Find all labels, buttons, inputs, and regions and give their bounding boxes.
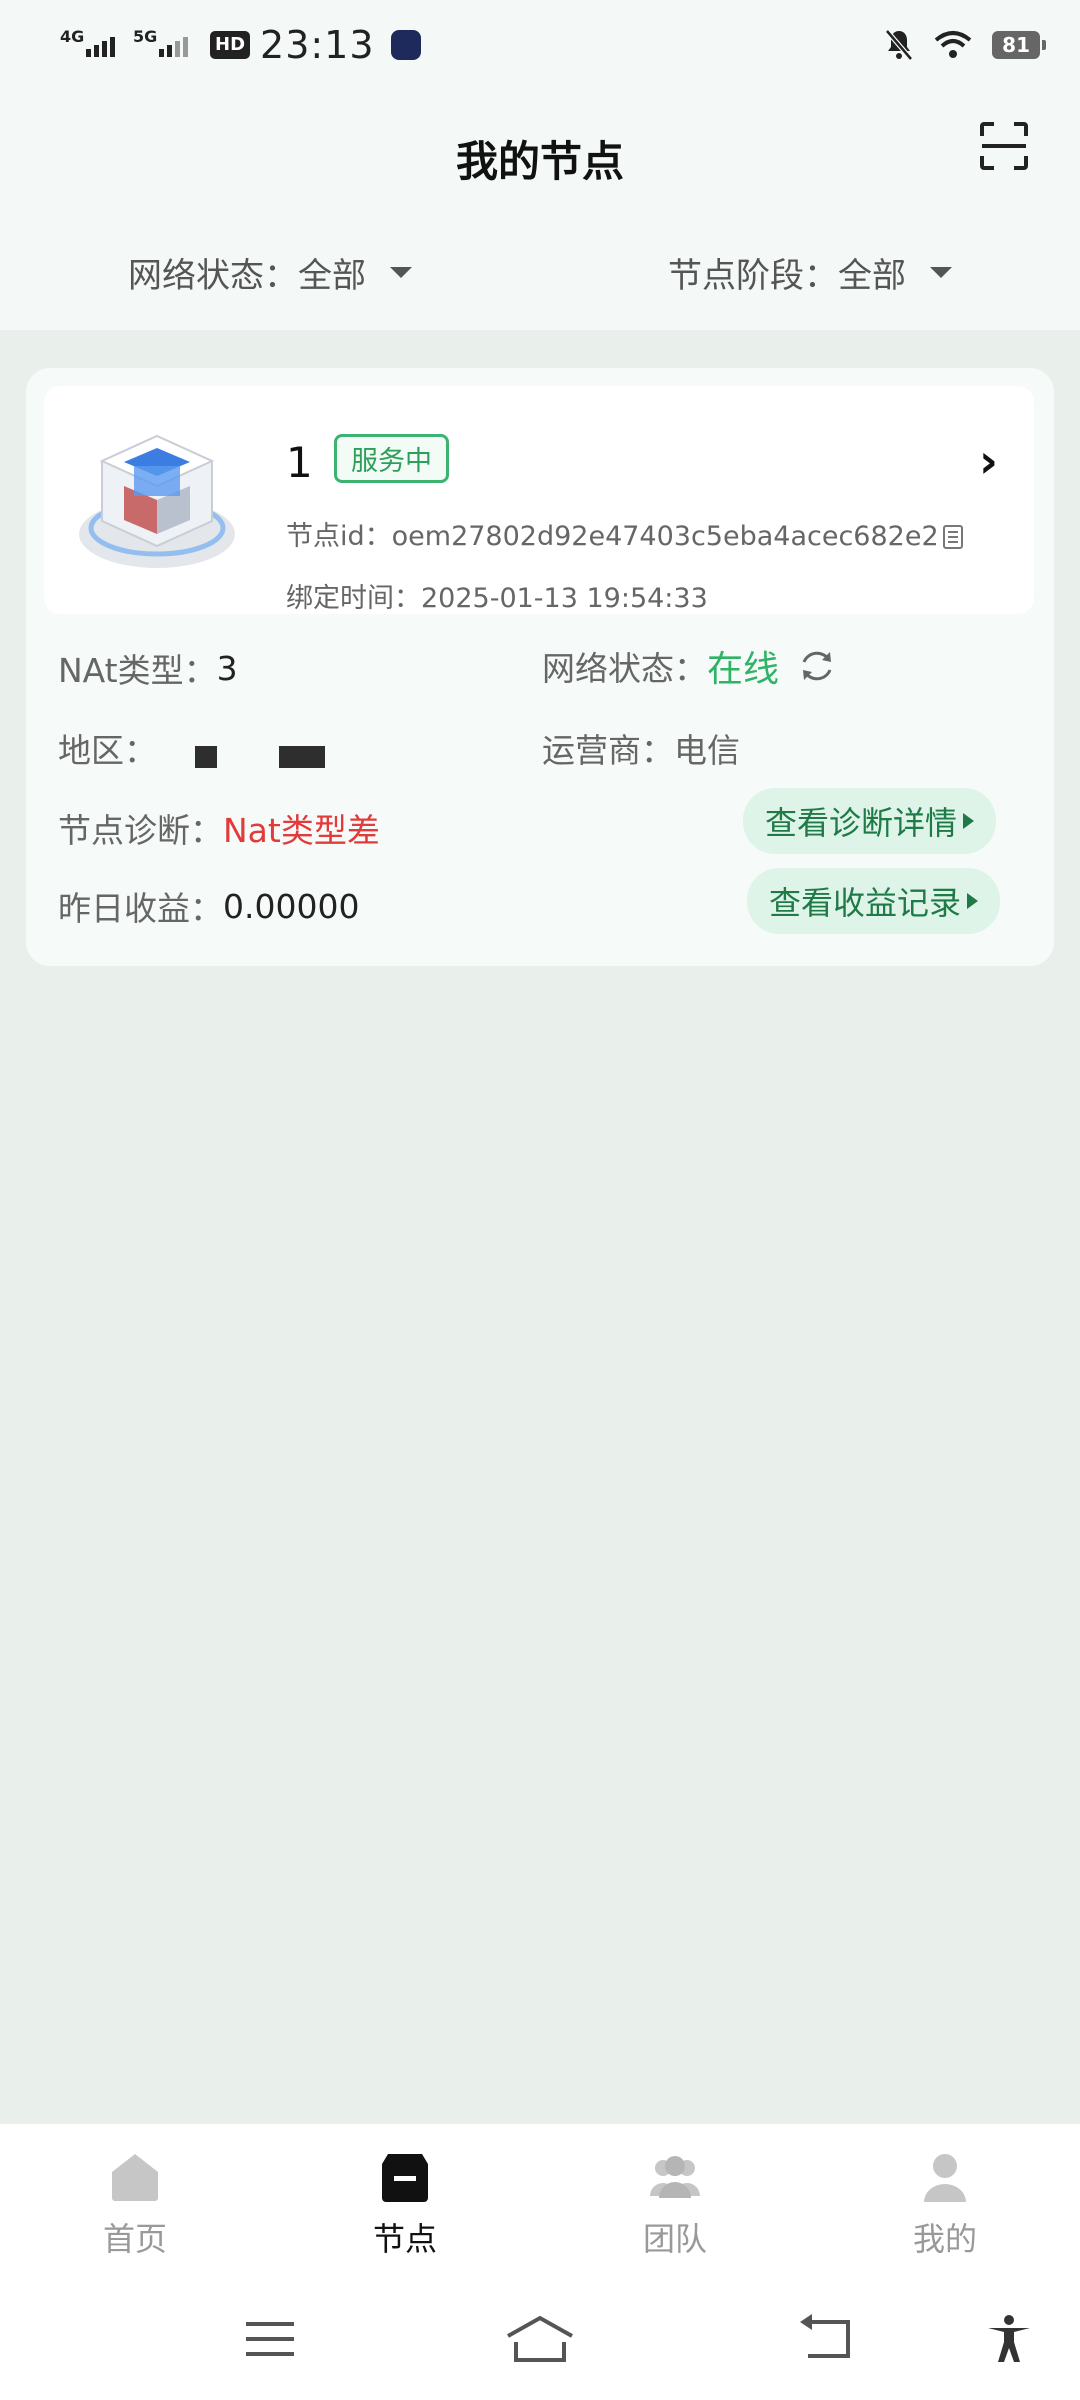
network-status-filter[interactable]: 网络状态：全部 — [0, 248, 540, 297]
diagnosis-label: 节点诊断： — [58, 811, 223, 850]
nat-type-label: NAt类型： — [58, 651, 217, 690]
network-status-field: 网络状态： 在线 — [542, 640, 837, 692]
bind-time: 绑定时间：2025-01-13 19:54:33 — [286, 583, 708, 614]
hd-voice-icon: HD — [210, 31, 251, 59]
tab-node[interactable]: 节点 — [270, 2124, 540, 2274]
tab-home[interactable]: 首页 — [0, 2124, 270, 2274]
earnings-field: 昨日收益： 0.00000 — [58, 882, 359, 930]
status-right: 81 — [884, 28, 1046, 62]
app-notification-icon — [390, 30, 421, 60]
earnings-label: 昨日收益： — [58, 889, 223, 928]
node-id-row: 节点id：oem27802d92e47403c5eba4acec682e2 — [286, 514, 963, 553]
network-status-label: 网络状态： — [542, 649, 707, 688]
network-type-label: 4G — [60, 27, 85, 46]
profile-icon — [924, 2154, 966, 2202]
home-icon — [112, 2154, 158, 2201]
region-label: 地区： — [58, 731, 157, 770]
home-nav-icon[interactable] — [504, 2314, 576, 2364]
tab-node-label: 节点 — [372, 2220, 437, 2258]
tab-profile-label: 我的 — [912, 2220, 977, 2258]
status-bar: 4G 5G HD 23:13 81 — [0, 0, 1080, 90]
node-card: 1 服务中 › 节点id：oem27802d92e47403c5eba4acec… — [26, 368, 1054, 966]
filter-bar: 网络状态：全部 节点阶段：全部 — [0, 248, 1080, 297]
earnings-value: 0.00000 — [223, 886, 360, 926]
mute-bell-icon — [885, 29, 914, 61]
view-diagnosis-button[interactable]: 查看诊断详情 — [742, 788, 996, 854]
node-icon — [382, 2154, 428, 2202]
view-earnings-button[interactable]: 查看收益记录 — [746, 868, 1000, 934]
carrier-value: 电信 — [674, 731, 740, 770]
caret-down-icon — [930, 267, 952, 278]
region-field: 地区： — [58, 724, 325, 772]
bottom-tab-bar: 首页 节点 团队 我的 — [0, 2124, 1080, 2274]
carrier-field: 运营商： 电信 — [542, 724, 740, 772]
tab-home-label: 首页 — [102, 2220, 167, 2258]
status-time: 23:13 — [260, 23, 375, 67]
accessibility-icon[interactable] — [984, 2314, 1034, 2364]
view-earnings-label: 查看收益记录 — [768, 884, 961, 922]
signal-5g-icon: 5G — [133, 27, 188, 57]
header: 我的节点 网络状态：全部 节点阶段：全部 — [0, 90, 1080, 330]
play-arrow-icon — [963, 813, 974, 829]
node-stage-filter-label: 节点阶段：全部 — [668, 256, 906, 296]
nat-type-field: NAt类型： 3 — [58, 644, 238, 692]
status-left: 4G 5G HD 23:13 — [60, 23, 421, 67]
chevron-right-icon[interactable]: › — [979, 434, 998, 488]
status-badge: 服务中 — [334, 434, 449, 483]
tab-team-label: 团队 — [642, 2220, 707, 2258]
caret-down-icon — [390, 267, 412, 278]
diagnosis-field: 节点诊断： Nat类型差 — [58, 804, 380, 852]
node-stage-filter[interactable]: 节点阶段：全部 — [540, 248, 1080, 297]
network-status-filter-label: 网络状态：全部 — [128, 256, 366, 296]
team-icon — [650, 2156, 700, 2198]
tab-team[interactable]: 团队 — [540, 2124, 810, 2274]
redacted-region-block — [279, 746, 325, 768]
node-device-icon — [79, 434, 235, 568]
battery-icon: 81 — [992, 31, 1046, 59]
network-status-value: 在线 — [707, 649, 780, 690]
play-arrow-icon — [967, 893, 978, 909]
system-nav-bar — [0, 2274, 1080, 2400]
network-type-label: 5G — [133, 27, 158, 46]
back-icon[interactable] — [796, 2314, 856, 2364]
refresh-icon[interactable] — [797, 646, 837, 686]
nat-type-value: 3 — [216, 648, 238, 688]
redacted-region-block — [195, 746, 217, 768]
menu-icon[interactable] — [240, 2314, 300, 2364]
wifi-icon — [934, 31, 972, 58]
carrier-label: 运营商： — [542, 731, 674, 770]
node-id-text: 节点id：oem27802d92e47403c5eba4acec682e2 — [286, 521, 939, 552]
node-card-header[interactable]: 1 服务中 › 节点id：oem27802d92e47403c5eba4acec… — [44, 386, 1034, 614]
diagnosis-value: Nat类型差 — [223, 811, 380, 850]
node-number: 1 — [286, 438, 313, 487]
view-diagnosis-label: 查看诊断详情 — [764, 804, 957, 842]
signal-4g-icon: 4G — [60, 27, 115, 57]
scan-icon[interactable] — [978, 120, 1030, 172]
copy-icon[interactable] — [942, 525, 963, 549]
tab-profile[interactable]: 我的 — [810, 2124, 1080, 2274]
page-title: 我的节点 — [455, 137, 624, 186]
